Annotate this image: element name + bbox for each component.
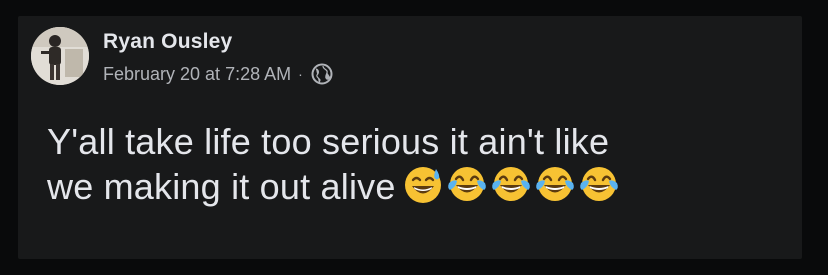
tears-of-joy-emoji-icon: [446, 163, 488, 205]
tears-of-joy-emoji-icon: [490, 163, 532, 205]
post-subline: February 20 at 7:28 AM ·: [103, 63, 333, 85]
emoji-row: [402, 163, 620, 205]
avatar[interactable]: [31, 27, 89, 85]
sweat-smile-emoji-icon: [402, 163, 444, 205]
author-name[interactable]: Ryan Ousley: [103, 29, 333, 55]
post-message-line-2-text: we making it out alive: [47, 166, 396, 207]
post-message: Y'all take life too serious it ain't lik…: [47, 120, 807, 208]
post-message-line-1: Y'all take life too serious it ain't lik…: [47, 121, 610, 162]
post-message-line-2: we making it out alive: [47, 163, 807, 208]
post-meta: Ryan Ousley February 20 at 7:28 AM ·: [103, 27, 333, 85]
tears-of-joy-emoji-icon: [534, 163, 576, 205]
post-timestamp[interactable]: February 20 at 7:28 AM: [103, 63, 291, 85]
separator-dot: ·: [298, 66, 303, 82]
tears-of-joy-emoji-icon: [578, 163, 620, 205]
globe-icon[interactable]: [311, 63, 333, 85]
post-header: Ryan Ousley February 20 at 7:28 AM ·: [31, 27, 333, 85]
